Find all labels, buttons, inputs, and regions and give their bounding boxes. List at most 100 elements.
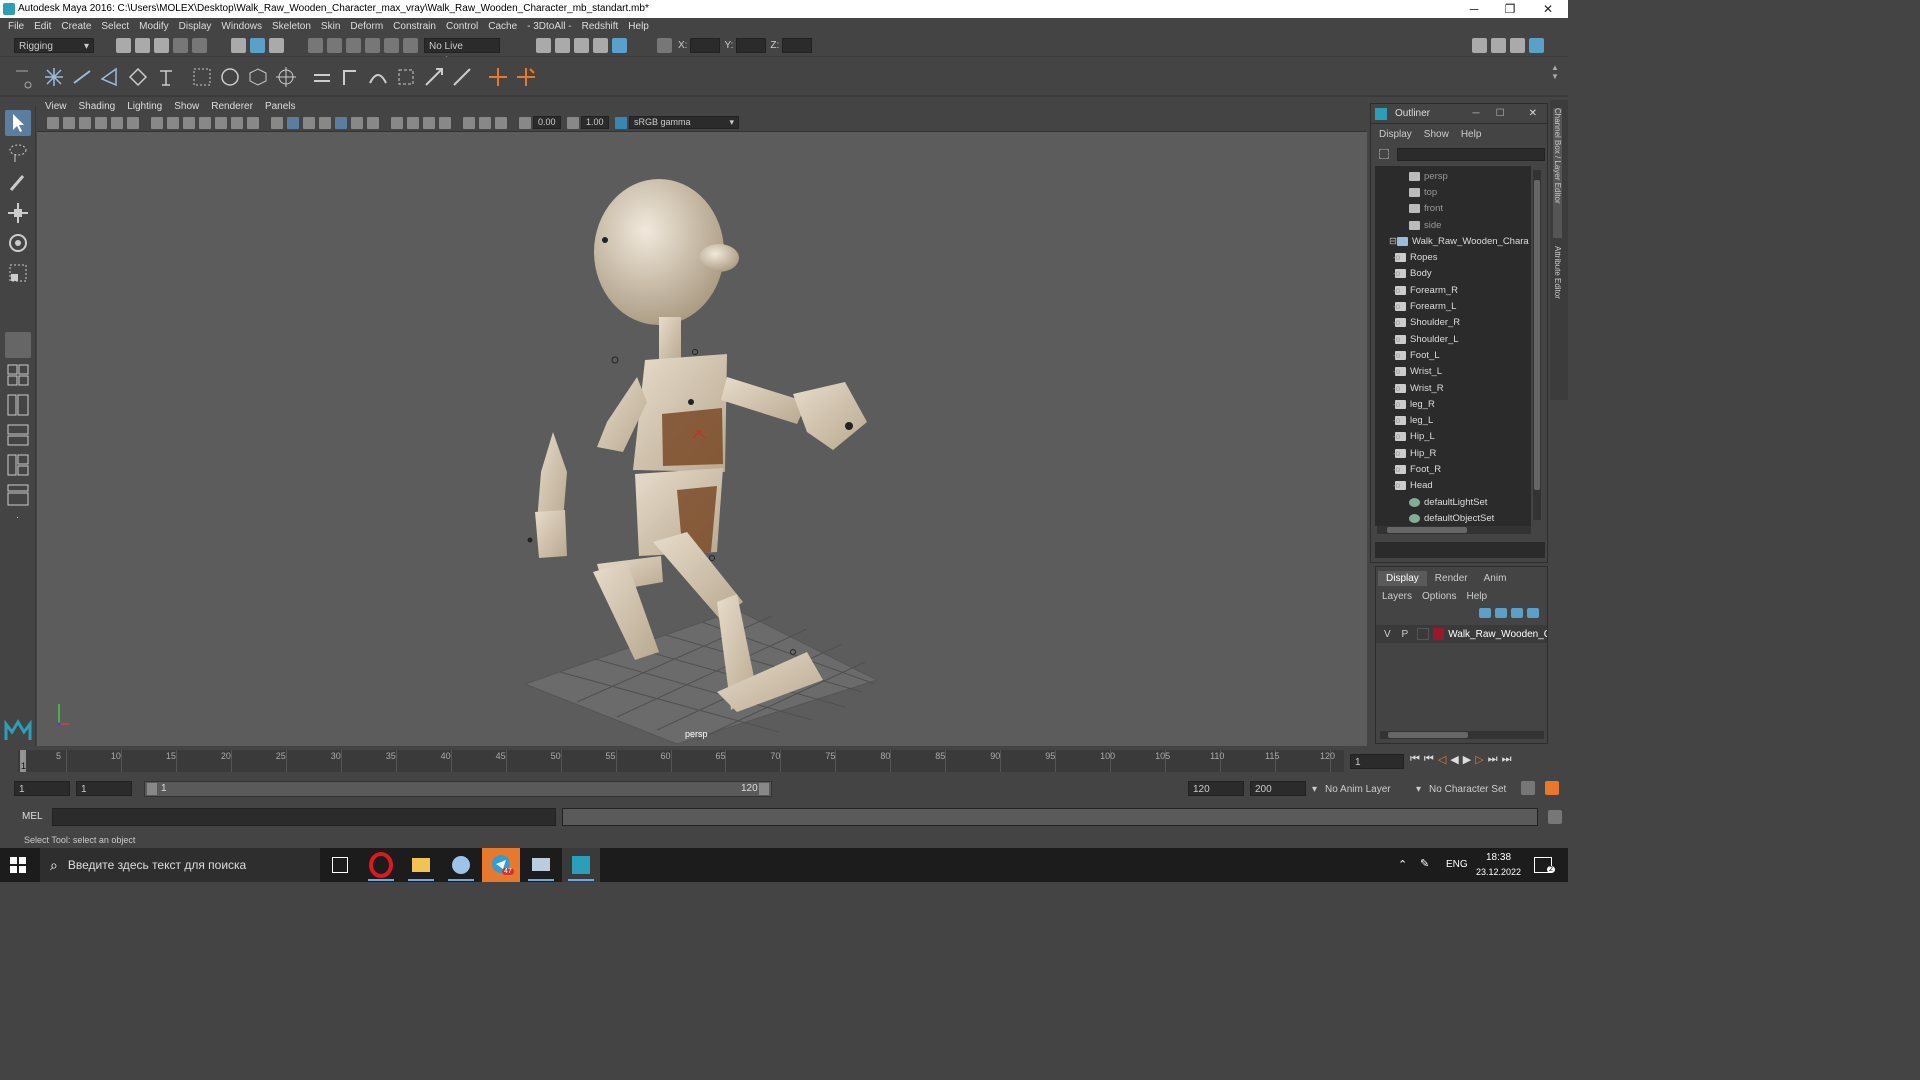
wrap-deformer-icon[interactable]: [274, 65, 298, 89]
viewport-panel[interactable]: View Shading Lighting Show Renderer Pane…: [37, 98, 1367, 746]
remove-influence-icon[interactable]: [514, 65, 538, 89]
outliner-menu-help[interactable]: Help: [1461, 129, 1482, 140]
outliner-menu-display[interactable]: Display: [1379, 129, 1412, 140]
transform-mode-icon[interactable]: [657, 38, 672, 53]
snap-magnet-icon[interactable]: [403, 38, 418, 53]
app-icon-window[interactable]: [522, 848, 560, 882]
playback-start-field[interactable]: 1: [76, 781, 132, 796]
image-plane-icon[interactable]: [95, 116, 107, 129]
new-layer-from-selected-icon[interactable]: [1527, 608, 1539, 618]
snap-point-icon[interactable]: [346, 38, 361, 53]
outliner-maximize-button[interactable]: ☐: [1496, 108, 1505, 119]
anim-layer-dropdown[interactable]: ▾ No Anim Layer: [1312, 781, 1424, 797]
outliner-item[interactable]: defaultObjectSet: [1375, 510, 1531, 526]
scale-constraint-icon[interactable]: [394, 65, 418, 89]
exposure-icon[interactable]: [519, 116, 531, 129]
layer-playback-toggle[interactable]: P: [1402, 629, 1414, 640]
isolate-select-icon[interactable]: [439, 116, 451, 129]
more-layouts-icon[interactable]: ·: [5, 512, 31, 528]
textured-icon[interactable]: [319, 116, 331, 129]
step-forward-key-icon[interactable]: ⏭: [1488, 753, 1498, 766]
menu-cache[interactable]: Cache: [488, 21, 517, 32]
scene-3d[interactable]: [37, 132, 1367, 746]
joint-tool-icon[interactable]: [42, 65, 66, 89]
ipr-render-icon[interactable]: [574, 38, 589, 53]
language-indicator[interactable]: ENG: [1446, 859, 1468, 870]
lasso-tool-icon[interactable]: [5, 140, 31, 166]
vp-menu-panels[interactable]: Panels: [265, 101, 296, 112]
menu-file[interactable]: File: [8, 21, 24, 32]
outliner-item[interactable]: front: [1375, 201, 1531, 217]
menu-skin[interactable]: Skin: [321, 21, 340, 32]
outliner-vertical-scrollbar[interactable]: [1533, 170, 1541, 520]
go-to-start-icon[interactable]: ⏮: [1410, 753, 1420, 766]
outliner-item[interactable]: -o Shoulder_L: [1375, 331, 1531, 347]
menu-windows[interactable]: Windows: [221, 21, 262, 32]
channel-box-tab[interactable]: Channel Box / Layer Editor: [1553, 108, 1562, 238]
four-view-layout-icon[interactable]: [5, 362, 31, 388]
outliner-minimize-button[interactable]: ─: [1473, 108, 1480, 119]
vp-menu-renderer[interactable]: Renderer: [211, 101, 253, 112]
animation-preferences-icon[interactable]: [1545, 781, 1559, 795]
layer-menu-options[interactable]: Options: [1422, 591, 1456, 602]
persp-outliner-layout-icon[interactable]: [5, 392, 31, 418]
layer-visibility-toggle[interactable]: V: [1384, 629, 1396, 640]
2d-pan-zoom-icon[interactable]: [111, 116, 123, 129]
filter-icon[interactable]: [1379, 149, 1389, 159]
paint-select-icon[interactable]: [5, 170, 31, 196]
snap-grid-icon[interactable]: [308, 38, 323, 53]
layer-row[interactable]: V P Walk_Raw_Wooden_C: [1376, 625, 1547, 643]
move-tool-icon[interactable]: [5, 200, 31, 226]
orient-constraint-icon[interactable]: [366, 65, 390, 89]
tab-anim[interactable]: Anim: [1476, 571, 1515, 586]
outliner-layout-icon[interactable]: [5, 482, 31, 508]
gamma-field[interactable]: 1.00: [581, 116, 609, 129]
maximize-button[interactable]: ❐: [1492, 0, 1528, 18]
redo-icon[interactable]: [192, 38, 207, 53]
current-frame-field[interactable]: 1: [1350, 754, 1404, 769]
single-perspective-view-icon[interactable]: [4, 332, 31, 358]
x-field[interactable]: [690, 38, 721, 53]
outliner-item[interactable]: -o Body: [1375, 266, 1531, 282]
ik-spline-icon[interactable]: [98, 65, 122, 89]
outliner-item[interactable]: -o Hip_L: [1375, 429, 1531, 445]
outliner-item[interactable]: -o Foot_L: [1375, 347, 1531, 363]
view-transform-dropdown[interactable]: sRGB gamma ▾: [629, 116, 739, 129]
layer-color-swatch[interactable]: [1432, 628, 1445, 640]
step-back-key-icon[interactable]: ⏮: [1424, 753, 1434, 766]
select-component-icon[interactable]: [269, 38, 284, 53]
maya-app-icon[interactable]: [562, 848, 600, 882]
outliner-item[interactable]: -o Forearm_R: [1375, 282, 1531, 298]
outliner-item[interactable]: -o leg_L: [1375, 412, 1531, 428]
outliner-item[interactable]: -o Forearm_L: [1375, 298, 1531, 314]
layer-menu-help[interactable]: Help: [1466, 591, 1487, 602]
outliner-item[interactable]: defaultLightSet: [1375, 494, 1531, 510]
select-object-icon[interactable]: [250, 38, 265, 53]
anti-aliasing-icon[interactable]: [407, 116, 419, 129]
rotate-tool-icon[interactable]: [5, 230, 31, 256]
script-editor-icon[interactable]: [1548, 810, 1562, 824]
play-backwards-icon[interactable]: ◀: [1450, 753, 1458, 766]
locator-icon[interactable]: [126, 65, 150, 89]
outliner-horizontal-scrollbar[interactable]: [1377, 526, 1531, 534]
pole-vector-icon[interactable]: [450, 65, 474, 89]
clock-date[interactable]: 23.12.2022: [1476, 867, 1521, 877]
vp-menu-shading[interactable]: Shading: [79, 101, 116, 112]
outliner-close-button[interactable]: ✕: [1529, 108, 1537, 119]
resolution-gate-icon[interactable]: [183, 116, 195, 129]
menu-edit[interactable]: Edit: [34, 21, 51, 32]
opera-app-icon[interactable]: [362, 848, 400, 882]
menu-create[interactable]: Create: [61, 21, 91, 32]
close-button[interactable]: ✕: [1530, 0, 1566, 18]
grease-pencil-icon[interactable]: [127, 116, 139, 129]
outliner-item[interactable]: top: [1375, 184, 1531, 200]
vp-menu-show[interactable]: Show: [174, 101, 199, 112]
play-forwards-icon[interactable]: ▶: [1463, 753, 1471, 766]
range-end-handle[interactable]: [759, 783, 769, 795]
scale-tool-icon[interactable]: [5, 260, 31, 286]
render-frame-icon[interactable]: [555, 38, 570, 53]
task-view-icon[interactable]: [332, 857, 348, 873]
command-input[interactable]: [52, 808, 556, 826]
menu-skeleton[interactable]: Skeleton: [272, 21, 311, 32]
tray-chevron-up-icon[interactable]: ⌃: [1398, 858, 1407, 871]
